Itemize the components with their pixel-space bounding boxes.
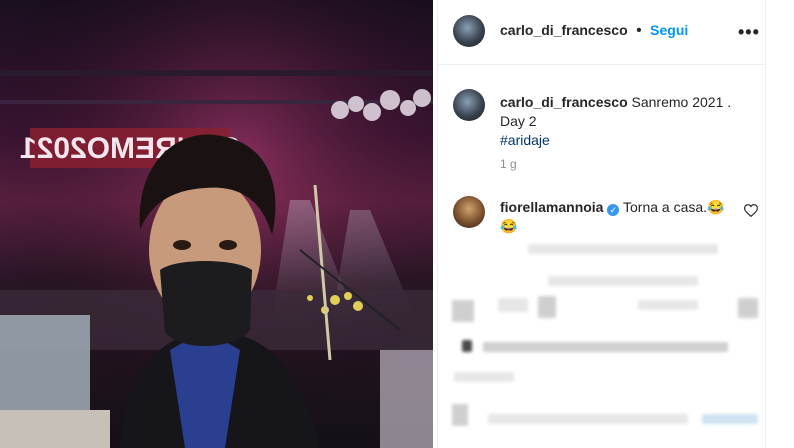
caption-avatar[interactable] bbox=[453, 89, 485, 121]
face-mask bbox=[160, 261, 252, 347]
caption-username[interactable]: carlo_di_francesco bbox=[500, 94, 628, 110]
separator-dot: • bbox=[636, 22, 642, 39]
verified-badge-icon: ✓ bbox=[607, 204, 620, 216]
author-avatar[interactable] bbox=[453, 15, 485, 47]
comment-username[interactable]: fiorellamannoia bbox=[500, 199, 603, 215]
more-options-icon[interactable]: ••• bbox=[738, 22, 760, 43]
photo-scene: SANREMO2021 bbox=[0, 0, 433, 448]
heart-icon[interactable] bbox=[744, 204, 758, 217]
follow-button[interactable]: Segui bbox=[650, 22, 688, 38]
caption-timestamp: 1 g bbox=[500, 157, 517, 171]
hashtag-link[interactable]: #aridaje bbox=[500, 132, 550, 148]
post-photo[interactable]: SANREMO2021 bbox=[0, 0, 433, 448]
post-sidebar: carlo_di_francesco • Segui ••• carlo_di_… bbox=[437, 0, 766, 448]
header-divider bbox=[438, 64, 765, 65]
author-username[interactable]: carlo_di_francesco bbox=[500, 22, 628, 38]
comment: fiorellamannoia ✓ Torna a casa.😂😂 bbox=[500, 198, 740, 236]
commenter-avatar[interactable] bbox=[453, 196, 485, 228]
caption: carlo_di_francesco Sanremo 2021 . Day 2 … bbox=[500, 93, 750, 150]
